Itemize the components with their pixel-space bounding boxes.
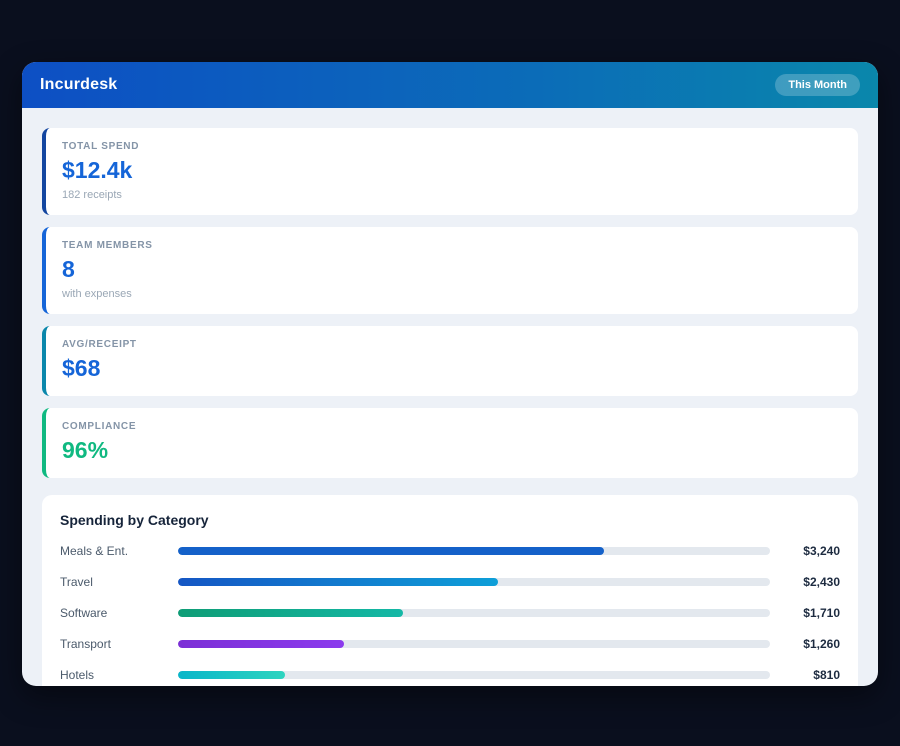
category-value: $1,710 xyxy=(780,606,840,620)
stat-label: TOTAL SPEND xyxy=(62,141,842,152)
category-row-travel: Travel $2,430 xyxy=(60,575,840,589)
category-label: Hotels xyxy=(60,668,172,682)
bar-track xyxy=(178,609,770,617)
category-row-transport: Transport $1,260 xyxy=(60,637,840,651)
category-row-software: Software $1,710 xyxy=(60,606,840,620)
app-title: Incurdesk xyxy=(40,76,117,94)
bar-track xyxy=(178,547,770,555)
bar-fill xyxy=(178,671,285,679)
bar-fill xyxy=(178,640,344,648)
stat-value: $68 xyxy=(62,355,842,382)
bar-track xyxy=(178,578,770,586)
category-row-meals: Meals & Ent. $3,240 xyxy=(60,544,840,558)
bar-fill xyxy=(178,578,498,586)
stat-value: 96% xyxy=(62,437,842,464)
period-badge[interactable]: This Month xyxy=(775,74,860,96)
category-value: $3,240 xyxy=(780,544,840,558)
stat-value: $12.4k xyxy=(62,157,842,184)
stat-card-team-members: TEAM MEMBERS 8 with expenses xyxy=(42,227,858,314)
stat-label: AVG/RECEIPT xyxy=(62,339,842,350)
stat-card-avg-receipt: AVG/RECEIPT $68 xyxy=(42,326,858,396)
category-value: $1,260 xyxy=(780,637,840,651)
stat-label: COMPLIANCE xyxy=(62,421,842,432)
category-label: Transport xyxy=(60,637,172,651)
bar-fill xyxy=(178,609,403,617)
dashboard-content: TOTAL SPEND $12.4k 182 receipts TEAM MEM… xyxy=(22,108,878,686)
app-header: Incurdesk This Month xyxy=(22,62,878,108)
spending-by-category-panel: Spending by Category Meals & Ent. $3,240… xyxy=(42,495,858,686)
category-label: Meals & Ent. xyxy=(60,544,172,558)
bar-track xyxy=(178,640,770,648)
category-label: Software xyxy=(60,606,172,620)
stat-label: TEAM MEMBERS xyxy=(62,240,842,251)
stat-subtext: 182 receipts xyxy=(62,189,842,201)
panel-title: Spending by Category xyxy=(60,512,840,528)
stat-subtext: with expenses xyxy=(62,288,842,300)
category-value: $810 xyxy=(780,668,840,682)
dashboard-card: Incurdesk This Month TOTAL SPEND $12.4k … xyxy=(22,62,878,686)
category-row-hotels: Hotels $810 xyxy=(60,668,840,682)
category-value: $2,430 xyxy=(780,575,840,589)
bar-fill xyxy=(178,547,604,555)
category-label: Travel xyxy=(60,575,172,589)
stat-value: 8 xyxy=(62,256,842,283)
stat-card-total-spend: TOTAL SPEND $12.4k 182 receipts xyxy=(42,128,858,215)
bar-track xyxy=(178,671,770,679)
stat-card-compliance: COMPLIANCE 96% xyxy=(42,408,858,478)
